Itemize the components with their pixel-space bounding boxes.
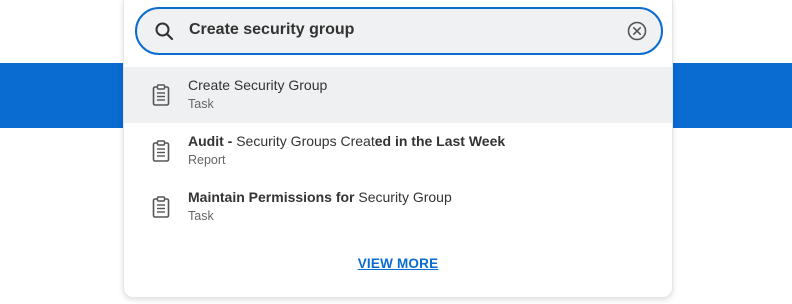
search-result-title: Audit - Security Groups Created in the L… bbox=[188, 133, 505, 149]
search-result-title: Maintain Permissions for Security Group bbox=[188, 189, 452, 205]
search-icon bbox=[155, 22, 174, 41]
search-result-item[interactable]: Create Security Group Task bbox=[124, 67, 672, 123]
view-more-link[interactable]: VIEW MORE bbox=[124, 256, 672, 271]
search-result-title-part: Maintain Permissions for bbox=[188, 189, 359, 205]
clipboard-icon bbox=[151, 84, 171, 106]
search-result-type: Report bbox=[188, 153, 226, 167]
search-result-item[interactable]: Maintain Permissions for Security Group T… bbox=[124, 179, 672, 235]
clipboard-icon bbox=[151, 140, 171, 162]
search-result-title-part: Security Groups Creat bbox=[236, 133, 375, 149]
search-input-value[interactable]: Create security group bbox=[189, 21, 354, 39]
search-results-list: Create Security Group Task Audit - Securit… bbox=[124, 67, 672, 235]
search-result-title-part: ed in the Last Week bbox=[374, 133, 506, 149]
search-dropdown: Create security group Create Security Gr… bbox=[123, 0, 673, 298]
search-result-title-part: Audit - bbox=[188, 133, 237, 149]
search-result-type: Task bbox=[188, 209, 214, 223]
search-result-title-part: Create Security Group bbox=[188, 77, 328, 93]
clear-search-icon[interactable] bbox=[627, 21, 647, 41]
search-result-title: Create Security Group bbox=[188, 77, 327, 93]
page: Create security group Create Security Gr… bbox=[0, 0, 792, 304]
search-input[interactable]: Create security group bbox=[135, 7, 663, 55]
search-result-title-part: Security Group bbox=[358, 189, 452, 205]
clipboard-icon bbox=[151, 196, 171, 218]
search-result-type: Task bbox=[188, 97, 214, 111]
search-result-item[interactable]: Audit - Security Groups Created in the L… bbox=[124, 123, 672, 179]
